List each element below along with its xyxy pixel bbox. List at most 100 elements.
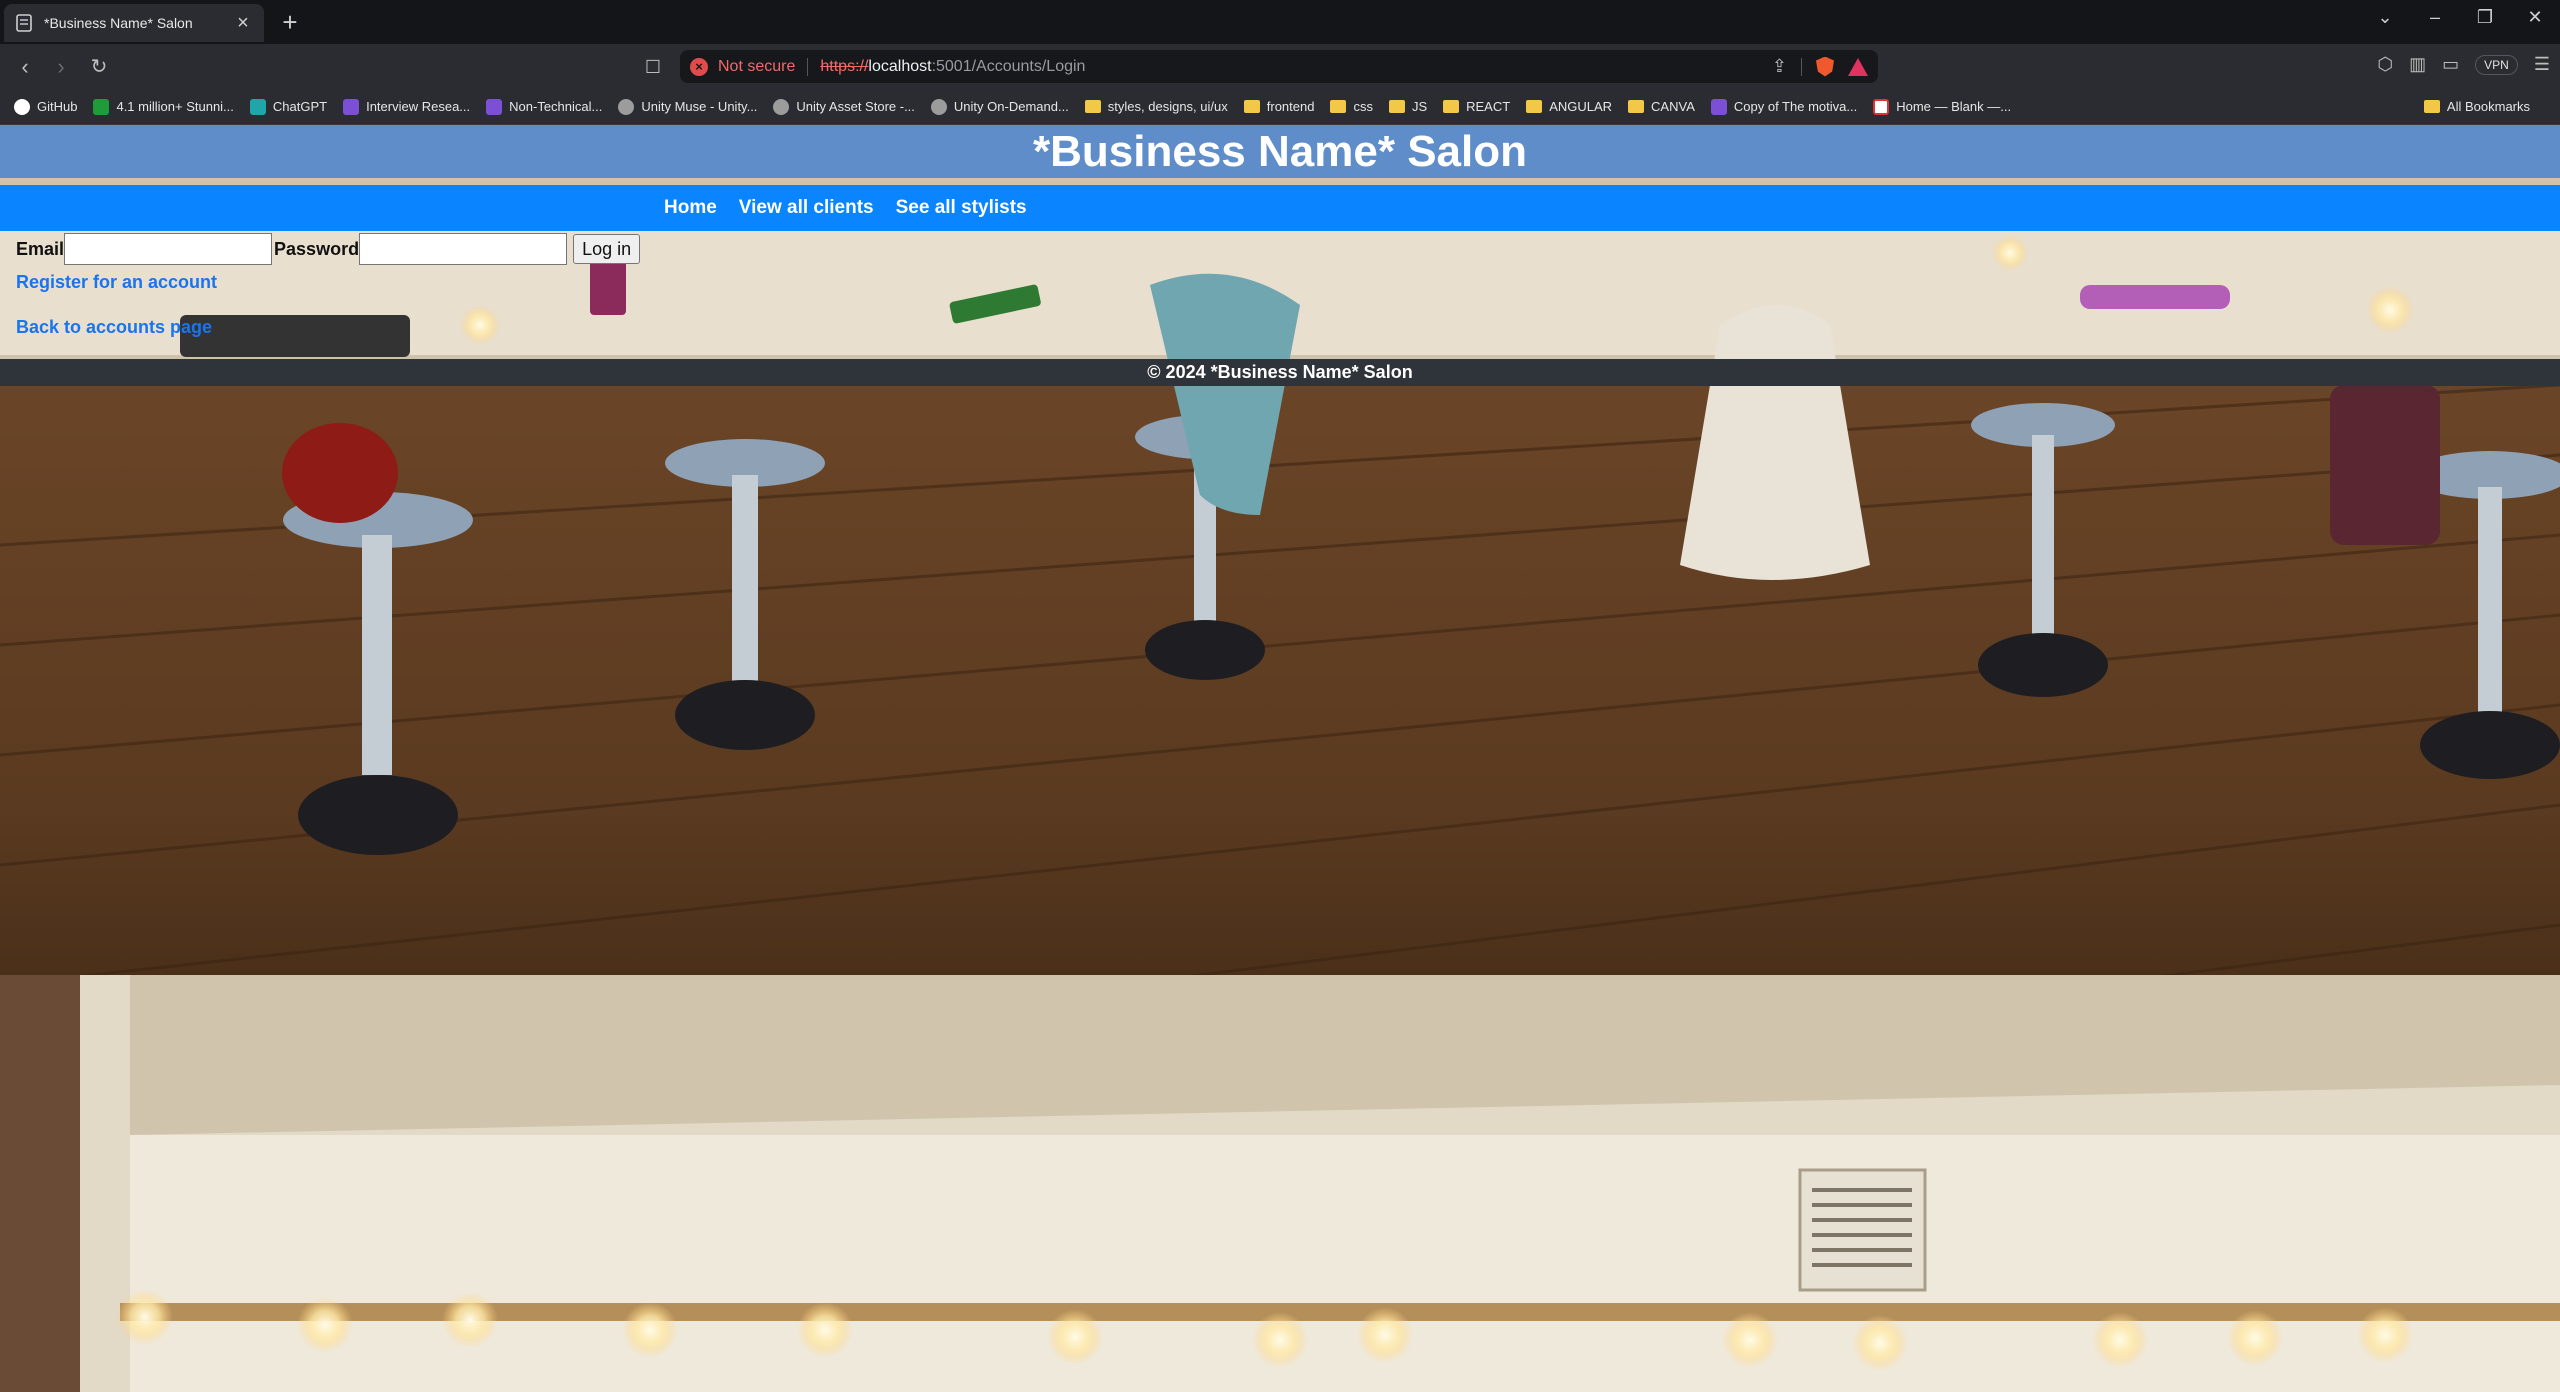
bookmark-item[interactable]: GitHub (14, 98, 77, 115)
security-label[interactable]: Not secure (718, 58, 795, 76)
pixabay-icon (93, 98, 110, 115)
window-controls: ⌄ – ❐ ✕ (2360, 0, 2560, 34)
site-footer: © 2024 *Business Name* Salon (0, 359, 2560, 386)
tab-title: *Business Name* Salon (44, 15, 193, 31)
address-bar[interactable]: × Not secure https:// localhost :5001/Ac… (680, 50, 1878, 83)
nav-link-clients[interactable]: View all clients (739, 197, 874, 219)
bookmark-list: GitHub 4.1 million+ Stunni... ChatGPT Inter… (14, 98, 2027, 115)
bookmark-label: Unity Asset Store -... (796, 99, 915, 114)
bookmark-label: ChatGPT (272, 99, 328, 114)
extensions-icon[interactable]: ⬡ (2377, 54, 2393, 75)
bookmark-label: frontend (1266, 99, 1315, 114)
bookmark-item[interactable]: Unity On-Demand... (930, 98, 1069, 115)
bookmark-item[interactable]: ANGULAR (1526, 99, 1612, 114)
bookmark-item[interactable]: CANVA (1628, 99, 1695, 114)
menu-icon[interactable]: ☰ (2534, 54, 2550, 75)
bookmark-item[interactable]: styles, designs, ui/ux (1084, 99, 1228, 114)
folder-icon (1443, 100, 1460, 113)
folder-icon (1330, 100, 1347, 113)
new-tab-button[interactable]: + (276, 8, 304, 36)
folder-icon (1243, 100, 1260, 113)
url-scheme: https:// (820, 57, 869, 75)
bookmark-label: ANGULAR (1549, 99, 1613, 114)
bookmark-item[interactable]: REACT (1443, 99, 1510, 114)
bookmark-page-icon[interactable]: ☐ (640, 54, 666, 80)
bookmark-label: Unity Muse - Unity... (641, 99, 758, 114)
close-tab-icon[interactable]: × (232, 12, 254, 35)
folder-icon (1388, 100, 1405, 113)
site-nav: Home View all clients See all stylists (0, 185, 2560, 231)
site-header: *Business Name* Salon (0, 125, 2560, 178)
bookmark-label: Copy of The motiva... (1733, 99, 1858, 114)
password-label: Password (274, 238, 360, 259)
bookmark-label: Unity On-Demand... (953, 99, 1069, 114)
email-field[interactable] (64, 233, 273, 265)
url-path: :5001/Accounts/Login (931, 57, 1086, 75)
all-bookmarks-button[interactable]: All Bookmarks (2423, 99, 2530, 114)
sidebar-icon[interactable]: ▥ (2409, 54, 2426, 75)
address-divider (1801, 57, 1802, 76)
bookmark-item[interactable]: css (1330, 99, 1373, 114)
nav-link-home[interactable]: Home (664, 197, 717, 219)
nav-link-stylists[interactable]: See all stylists (896, 197, 1027, 219)
site-icon (486, 98, 503, 115)
browser-tabstrip: *Business Name* Salon × + ⌄ – ❐ ✕ (0, 0, 2560, 44)
login-button[interactable]: Log in (573, 234, 641, 264)
browser-toolbar: ‹ › ↻ ☐ × Not secure https:// localhost … (0, 44, 2560, 89)
bookmark-item[interactable]: Non-Technical... (486, 98, 602, 115)
folder-icon (1628, 100, 1645, 113)
bookmark-item[interactable]: Unity Muse - Unity... (618, 98, 758, 115)
unity-icon (773, 98, 790, 115)
folder-icon (2423, 100, 2440, 113)
bookmarks-bar: GitHub 4.1 million+ Stunni... ChatGPT Inter… (0, 89, 2560, 125)
email-label: Email (16, 238, 65, 259)
bookmark-label: css (1353, 99, 1373, 114)
close-window-icon[interactable]: ✕ (2510, 7, 2560, 28)
brave-shields-icon[interactable] (1816, 56, 1834, 77)
vpn-button[interactable]: VPN (2475, 54, 2518, 75)
register-link[interactable]: Register for an account (16, 272, 217, 293)
login-form: Email Password Log in (16, 231, 641, 267)
back-icon[interactable]: ‹ (12, 54, 38, 80)
bookmark-item[interactable]: Copy of The motiva... (1710, 98, 1858, 115)
salon-background-image (0, 125, 2560, 1392)
brave-rewards-icon[interactable] (1848, 57, 1868, 76)
browser-tab[interactable]: *Business Name* Salon × (4, 4, 264, 42)
folder-icon (1526, 100, 1543, 113)
bookmark-label: Interview Resea... (366, 99, 471, 114)
password-field[interactable] (359, 233, 568, 265)
site-icon (343, 98, 360, 115)
footer-copyright: © 2024 *Business Name* Salon (1147, 362, 1413, 382)
bookmark-label: REACT (1466, 99, 1511, 114)
back-to-accounts-link[interactable]: Back to accounts page (16, 317, 212, 338)
forward-icon[interactable]: › (48, 54, 74, 80)
unity-icon (930, 98, 947, 115)
bookmark-item[interactable]: frontend (1243, 99, 1315, 114)
site-icon (1710, 98, 1727, 115)
bookmark-item[interactable]: Interview Resea... (343, 98, 471, 115)
restore-icon[interactable]: ❐ (2460, 7, 2510, 28)
bookmark-label: JS (1411, 99, 1428, 114)
bookmark-item[interactable]: JS (1388, 99, 1428, 114)
unity-icon (618, 98, 635, 115)
doc-icon (1873, 98, 1890, 115)
bookmark-item[interactable]: ChatGPT (249, 98, 328, 115)
github-icon (14, 98, 30, 115)
toolbar-right: ⬡ ▥ ▭ VPN ☰ (2377, 54, 2550, 75)
bookmark-item[interactable]: 4.1 million+ Stunni... (93, 98, 234, 115)
url-host: localhost (868, 57, 932, 75)
minimize-icon[interactable]: – (2410, 7, 2460, 28)
reload-icon[interactable]: ↻ (86, 54, 112, 80)
address-divider (807, 57, 809, 76)
wallet-icon[interactable]: ▭ (2442, 54, 2459, 75)
share-icon[interactable]: ⇪ (1772, 56, 1787, 77)
bookmark-label: Home — Blank —... (1896, 99, 2012, 114)
folder-icon (1084, 100, 1101, 113)
bookmark-item[interactable]: Home — Blank —... (1873, 98, 2012, 115)
tab-search-icon[interactable]: ⌄ (2360, 7, 2410, 28)
bookmark-label: CANVA (1651, 99, 1695, 114)
page-title: *Business Name* Salon (1033, 127, 1527, 176)
all-bookmarks-label: All Bookmarks (2446, 99, 2530, 114)
chatgpt-icon (249, 98, 266, 115)
bookmark-item[interactable]: Unity Asset Store -... (773, 98, 915, 115)
